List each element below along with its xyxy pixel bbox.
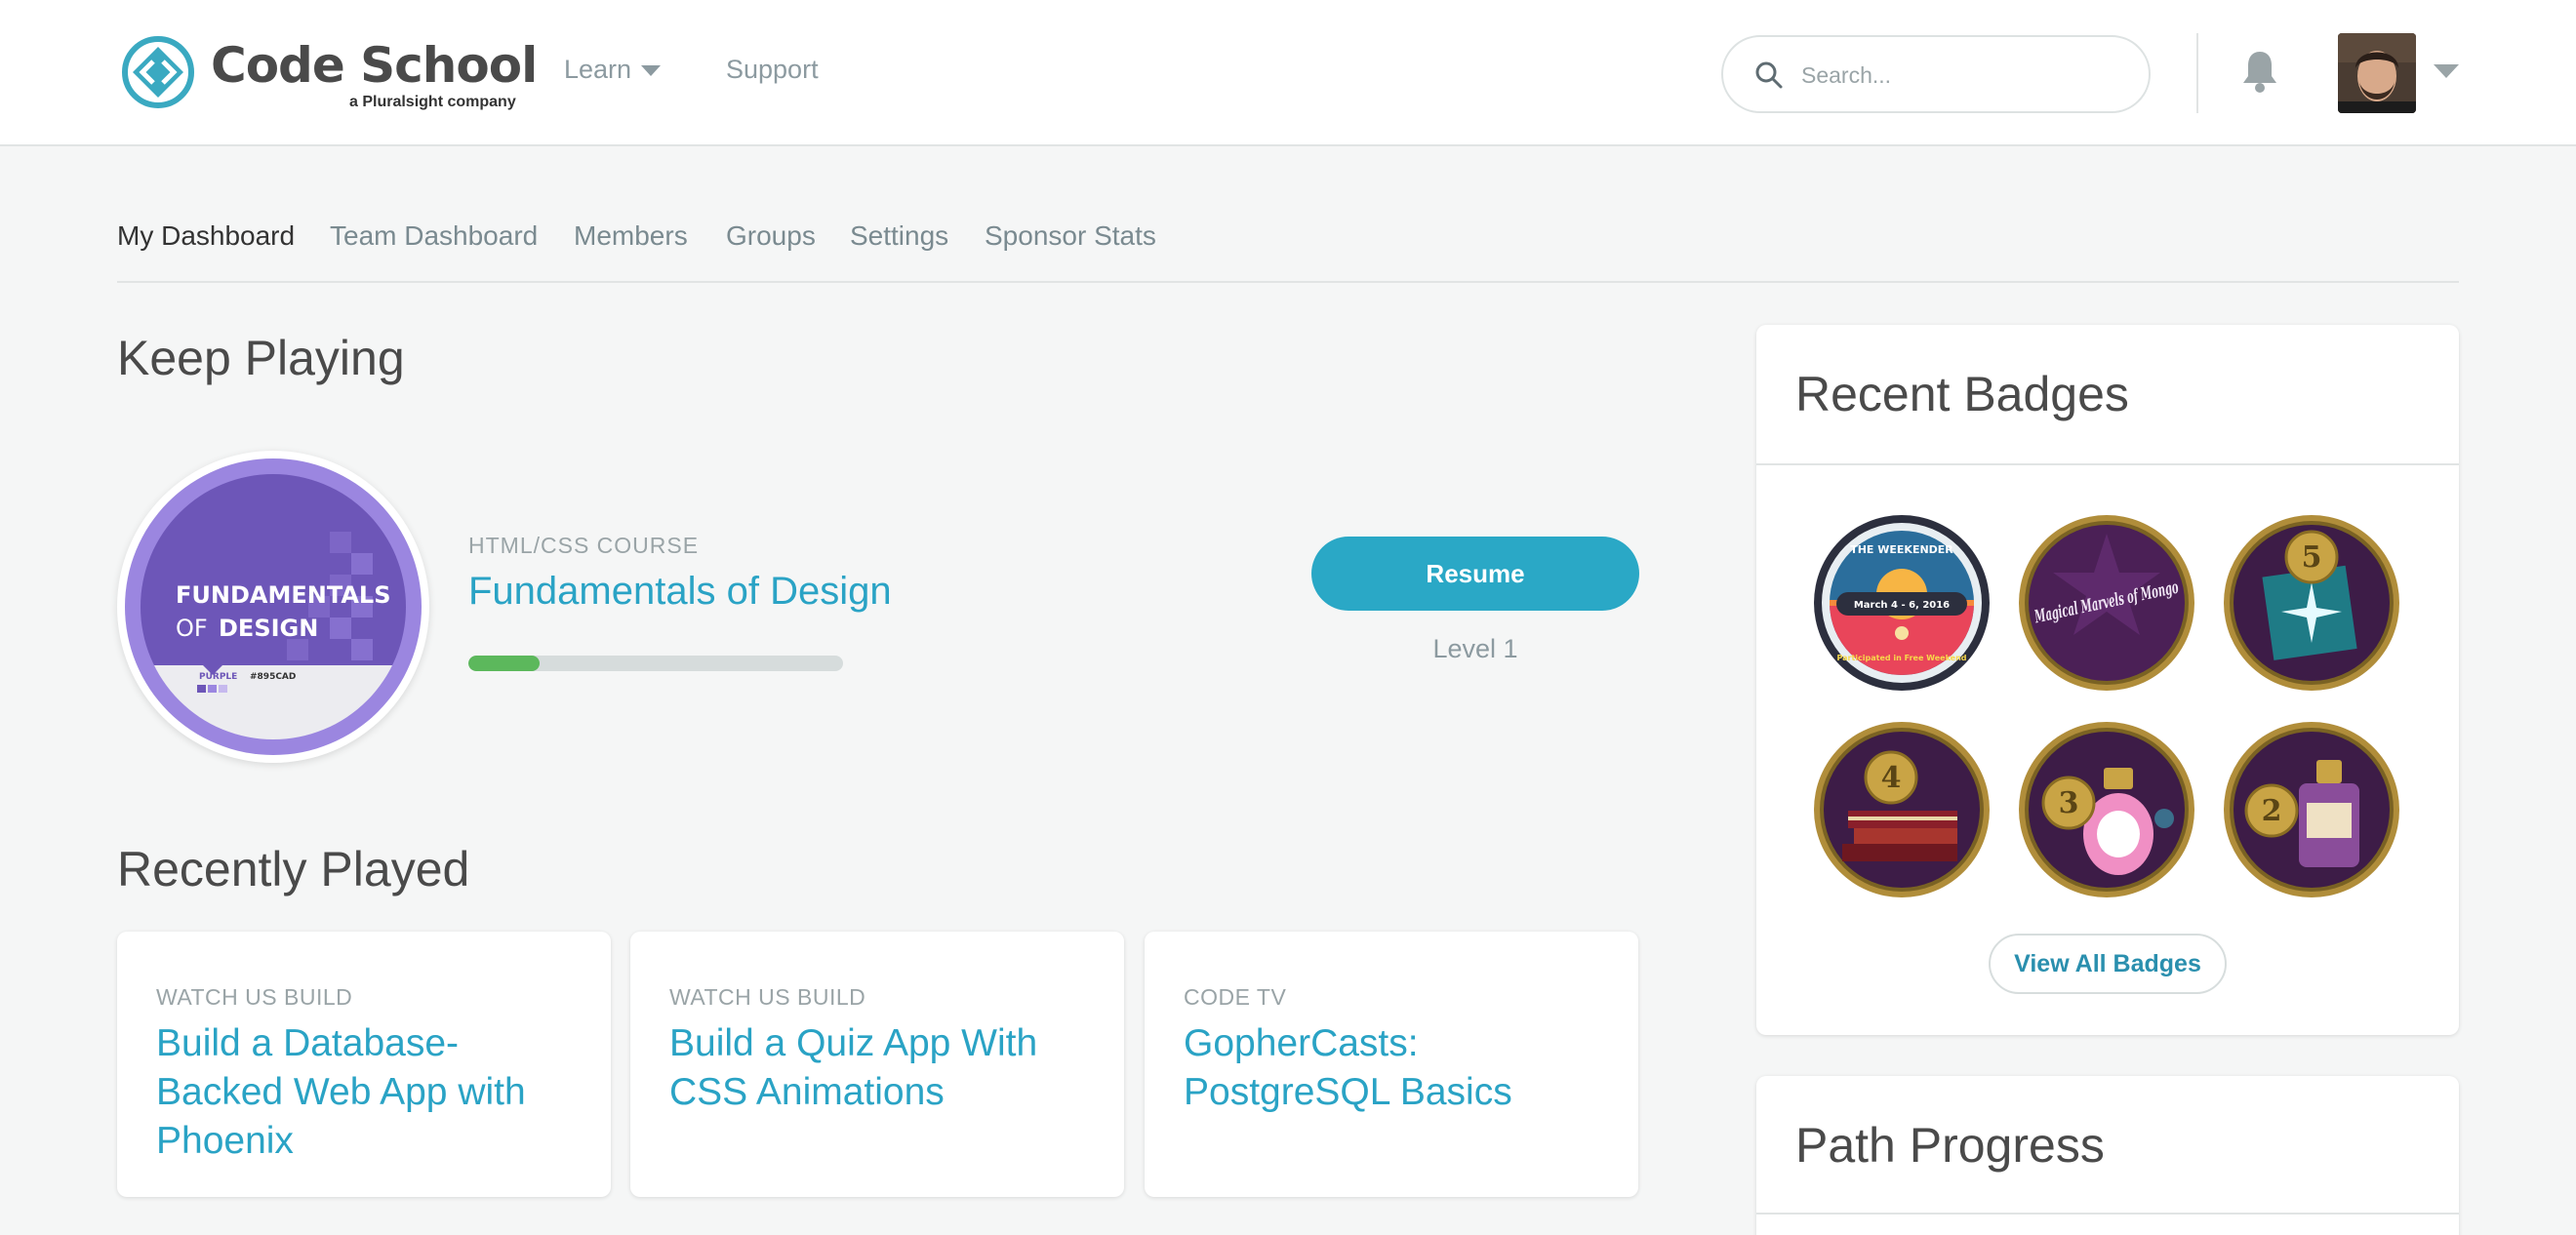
view-all-badges-button[interactable]: View All Badges <box>1989 934 2227 994</box>
dashboard-subnav: My Dashboard Team Dashboard Members Grou… <box>117 220 2459 283</box>
tab-my-dashboard[interactable]: My Dashboard <box>117 220 295 252</box>
card-category: CODE TV <box>1184 984 1287 1010</box>
code-school-logo-icon <box>122 36 194 108</box>
avatar-image <box>2338 33 2416 113</box>
logo-text: Code School <box>211 37 538 94</box>
recently-played-heading: Recently Played <box>117 842 470 896</box>
course-category: HTML/CSS COURSE <box>468 533 700 558</box>
badge-level-number: 5 <box>2302 540 2322 575</box>
path-progress-heading: Path Progress <box>1795 1118 2105 1173</box>
recent-badges-header: Recent Badges <box>1756 325 2459 465</box>
weekender-title: THE WEEKENDER <box>1850 543 1953 556</box>
tab-team-dashboard[interactable]: Team Dashboard <box>330 220 538 252</box>
course-badge-image: FUNDAMENTALS OF DESIGN PURPLE #895CAD <box>125 458 422 755</box>
bell-icon[interactable] <box>2240 49 2279 94</box>
level-2-badge[interactable]: 2 <box>2223 721 2400 898</box>
card-category: WATCH US BUILD <box>669 984 866 1010</box>
level-4-badge[interactable]: 4 <box>1813 721 1991 898</box>
badge-level-number: 3 <box>2059 786 2079 820</box>
tab-sponsor-stats[interactable]: Sponsor Stats <box>985 220 1156 252</box>
recent-card[interactable]: WATCH US BUILD Build a Quiz App With CSS… <box>630 932 1124 1197</box>
badge-swatch-label: PURPLE <box>199 672 237 682</box>
search-input[interactable] <box>1801 55 2123 96</box>
top-header: Code School a Pluralsight company Learn … <box>0 0 2576 146</box>
card-title[interactable]: Build a Database-Backed Web App with Pho… <box>156 1019 585 1166</box>
badge-level-number: 4 <box>1881 761 1902 795</box>
badge-title-of: OF <box>176 615 208 642</box>
nav-learn[interactable]: Learn <box>564 55 662 85</box>
card-title[interactable]: Build a Quiz App With CSS Animations <box>669 1019 1099 1117</box>
recent-badges-heading: Recent Badges <box>1795 367 2129 421</box>
weekender-caption: Participated in Free Weekend <box>1836 654 1966 662</box>
recent-badges-panel: Recent Badges March 4 - 6, 2016 THE WEEK… <box>1756 325 2459 1035</box>
card-title[interactable]: GopherCasts: PostgreSQL Basics <box>1184 1019 1613 1117</box>
badge-level-number: 2 <box>2262 794 2282 828</box>
level-5-badge[interactable]: 5 <box>2223 514 2400 692</box>
chevron-down-icon[interactable] <box>2434 64 2459 78</box>
course-progress-bar <box>468 656 843 671</box>
badge-title-design: DESIGN <box>219 615 318 642</box>
search-box[interactable] <box>1721 35 2151 113</box>
course-level-text: Level 1 <box>1432 634 1518 663</box>
recent-card[interactable]: CODE TV GopherCasts: PostgreSQL Basics <box>1145 932 1638 1197</box>
tab-members[interactable]: Members <box>574 220 688 252</box>
course-title-link[interactable]: Fundamentals of Design <box>468 570 892 614</box>
tab-groups[interactable]: Groups <box>726 220 816 252</box>
badge-swatch-hex: #895CAD <box>250 672 296 682</box>
course-badge[interactable]: FUNDAMENTALS OF DESIGN PURPLE #895CAD <box>117 451 429 763</box>
search-icon <box>1755 61 1783 89</box>
code-school-logo[interactable]: Code School a Pluralsight company <box>121 33 538 117</box>
nav-learn-label: Learn <box>564 55 632 84</box>
magical-marvels-of-mongo-badge[interactable]: Magical Marvels of Mongo <box>2018 514 2195 692</box>
avatar[interactable] <box>2338 33 2416 113</box>
nav-support[interactable]: Support <box>726 55 819 85</box>
header-divider <box>2196 33 2198 113</box>
tab-settings[interactable]: Settings <box>850 220 948 252</box>
path-progress-panel: Path Progress <box>1756 1076 2459 1235</box>
course-progress-fill <box>468 656 540 671</box>
weekender-date: March 4 - 6, 2016 <box>1854 600 1950 611</box>
the-weekender-badge[interactable]: March 4 - 6, 2016 THE WEEKENDER Particip… <box>1813 514 1991 692</box>
card-category: WATCH US BUILD <box>156 984 353 1010</box>
recent-card[interactable]: WATCH US BUILD Build a Database-Backed W… <box>117 932 611 1197</box>
resume-button[interactable]: Resume <box>1311 537 1639 611</box>
path-progress-header: Path Progress <box>1756 1076 2459 1215</box>
logo-subtitle: a Pluralsight company <box>349 94 516 110</box>
level-3-badge[interactable]: 3 <box>2018 721 2195 898</box>
chevron-down-icon <box>641 65 662 77</box>
keep-playing-heading: Keep Playing <box>117 331 405 385</box>
badge-title-line1: FUNDAMENTALS <box>176 581 391 609</box>
